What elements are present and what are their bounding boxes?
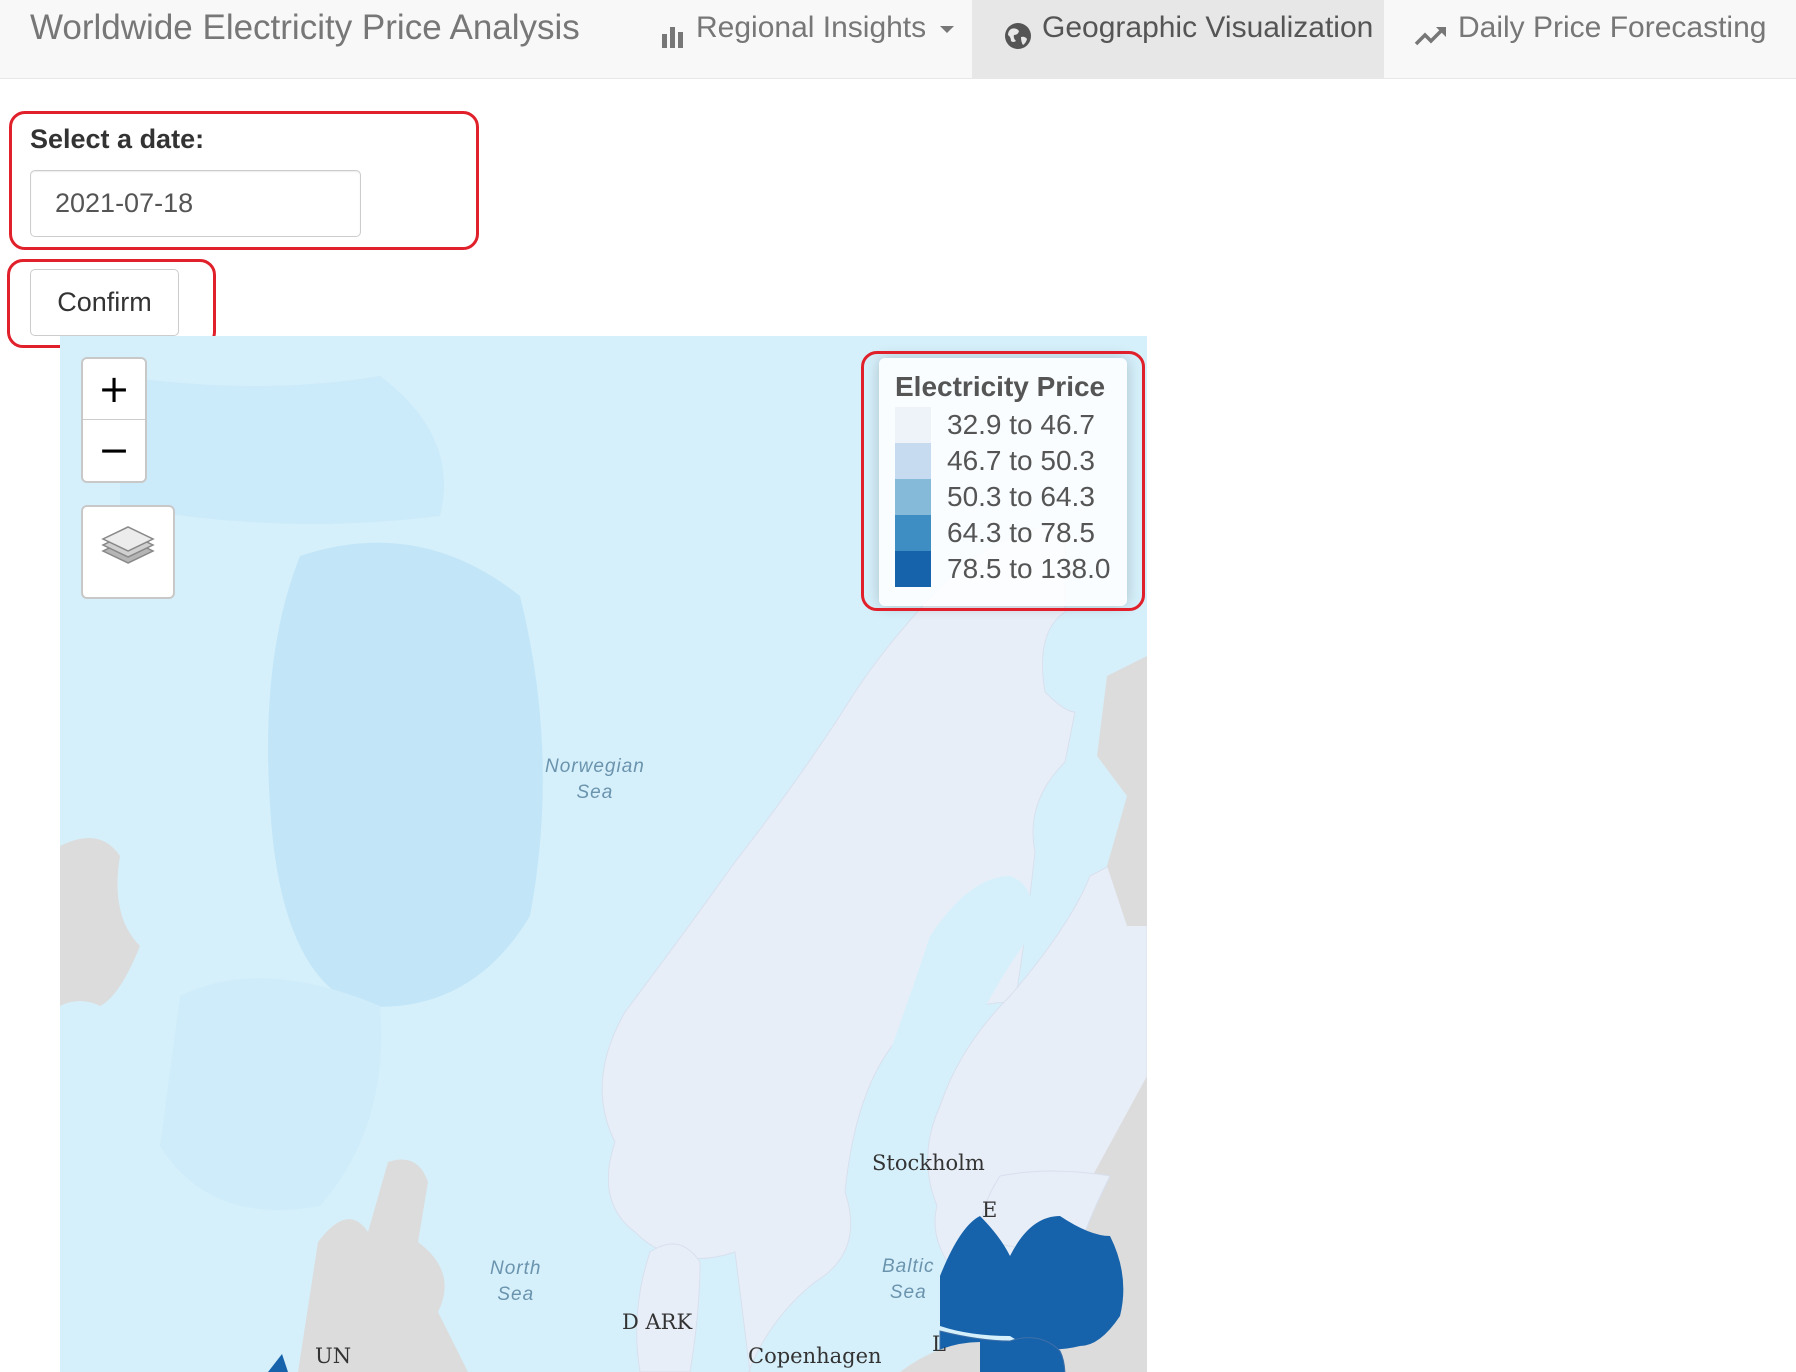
deep-basin [268, 542, 543, 1007]
deep-basin [120, 376, 444, 524]
sea-label-norwegian: Norwegian Sea [545, 756, 645, 803]
zoom-out-button[interactable]: − [83, 420, 145, 480]
app-brand[interactable]: Worldwide Electricity Price Analysis [30, 6, 580, 50]
trend-up-icon [1414, 13, 1448, 69]
city-label-stockholm: Stockholm [872, 1151, 985, 1175]
sea-label-baltic: Baltic Sea [882, 1256, 935, 1303]
legend-title: Electricity Price [895, 371, 1106, 402]
legend-label: 50.3 to 64.3 [947, 481, 1095, 512]
region-uk-partial[interactable] [268, 1354, 288, 1372]
legend-swatch [895, 407, 931, 443]
layers-icon [101, 526, 155, 564]
nav-regional-insights[interactable]: Regional Insights [646, 0, 956, 79]
legend-row: 78.5 to 138.0 [895, 551, 1111, 587]
region-latvia[interactable] [940, 1216, 1124, 1350]
region-denmark[interactable] [636, 1243, 701, 1372]
legend-row: 50.3 to 64.3 [895, 479, 1111, 515]
land-no-data [60, 838, 140, 1006]
place-label-e: E [982, 1198, 998, 1222]
deep-basin [160, 978, 382, 1210]
bar-chart-icon [660, 13, 686, 69]
legend-swatch [895, 515, 931, 551]
place-label-l: L [932, 1332, 946, 1356]
legend-swatch [895, 443, 931, 479]
sea-label-north: North Sea [490, 1258, 542, 1305]
globe-icon [1004, 13, 1032, 69]
country-label-denmark: D ARK [622, 1310, 693, 1334]
date-input[interactable] [30, 170, 361, 237]
legend-row: 32.9 to 46.7 [895, 407, 1111, 443]
zoom-control: + − [81, 357, 147, 483]
legend-label: 46.7 to 50.3 [947, 445, 1095, 476]
legend-swatch [895, 551, 931, 587]
legend-row: 64.3 to 78.5 [895, 515, 1111, 551]
legend-label: 32.9 to 46.7 [947, 409, 1095, 440]
zoom-in-button[interactable]: + [83, 359, 145, 420]
legend-label: 78.5 to 138.0 [947, 553, 1111, 584]
tab-daily-price-forecasting[interactable]: Daily Price Forecasting [1400, 0, 1766, 79]
layers-control[interactable] [81, 505, 175, 599]
tab-geographic-visualization-label: Geographic Visualization [1042, 11, 1374, 44]
tab-daily-price-forecasting-label: Daily Price Forecasting [1458, 11, 1767, 44]
date-label: Select a date: [30, 124, 205, 154]
legend-swatch [895, 479, 931, 515]
country-label-uk: UN [315, 1344, 352, 1368]
city-label-copenhagen: Copenhagen [748, 1344, 882, 1368]
legend-row: 46.7 to 50.3 [895, 443, 1111, 479]
chevron-down-icon [940, 26, 955, 33]
nav-regional-insights-label: Regional Insights [696, 11, 927, 44]
legend-label: 64.3 to 78.5 [947, 517, 1095, 548]
map-legend: Electricity Price 32.9 to 46.7 46.7 to 5… [879, 358, 1127, 606]
navbar: Worldwide Electricity Price Analysis Reg… [0, 0, 1796, 79]
tab-geographic-visualization[interactable]: Geographic Visualization [972, 0, 1384, 79]
confirm-button[interactable]: Confirm [30, 269, 179, 336]
